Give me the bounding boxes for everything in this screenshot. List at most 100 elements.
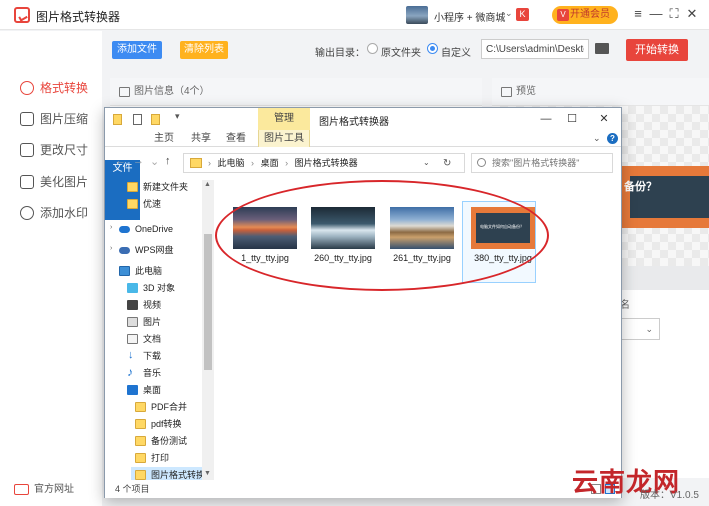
music-icon: [127, 364, 138, 380]
sidebar-item-beautify[interactable]: 美化图片: [20, 172, 88, 192]
tree-item[interactable]: 备份测试: [135, 433, 187, 449]
tree-item[interactable]: 下载: [127, 347, 161, 364]
tree-item[interactable]: 视频: [127, 297, 161, 313]
menu-icon[interactable]: ≡: [629, 5, 647, 23]
tab-home[interactable]: 主页: [149, 130, 179, 147]
nav-scrollbar[interactable]: ▲ ▼: [202, 180, 214, 480]
maximize-icon[interactable]: ⛶: [665, 5, 683, 23]
sidebar-item-label: 更改尺寸: [40, 143, 89, 157]
tab-picture-tools[interactable]: 图片工具: [258, 130, 310, 147]
preview-option-select[interactable]: ⌄: [620, 318, 660, 340]
clear-list-button[interactable]: 清除列表: [180, 41, 228, 59]
radio-original-folder[interactable]: [367, 43, 378, 54]
tree-item-wps[interactable]: WPS网盘: [119, 242, 174, 258]
chevron-down-icon[interactable]: ⌄: [505, 8, 513, 19]
folder-icon: [135, 453, 146, 463]
tree-item[interactable]: 优速: [127, 196, 161, 212]
tab-manage[interactable]: 管理: [258, 108, 310, 130]
tree-item-desktop[interactable]: 桌面: [127, 382, 161, 398]
radio-custom-label: 自定义: [441, 48, 471, 59]
documents-icon: [127, 334, 138, 344]
tree-item[interactable]: PDF合并: [135, 399, 187, 415]
output-dir-label: 输出目录：: [315, 48, 365, 59]
mini-program-thumbnail[interactable]: [406, 6, 428, 24]
scroll-down-icon[interactable]: ▼: [204, 470, 211, 477]
search-input[interactable]: [471, 153, 613, 173]
preview-icon: [501, 87, 512, 97]
close-icon[interactable]: ✕: [683, 5, 701, 23]
item-count: 4 个项目: [115, 484, 150, 494]
sidebar-item-resize[interactable]: 更改尺寸: [20, 140, 88, 160]
minimize-icon[interactable]: —: [647, 5, 665, 23]
explorer-title: 图片格式转换器: [319, 117, 389, 128]
history-chevron-icon[interactable]: ⌄: [150, 155, 159, 168]
sidebar-item-watermark[interactable]: 添加水印: [20, 203, 88, 223]
mini-program-link[interactable]: 小程序 + 微商城: [434, 9, 505, 24]
ribbon-expand-icon[interactable]: ⌄: [593, 133, 601, 144]
quick-access-dropdown-icon[interactable]: ▾: [175, 111, 180, 122]
tree-item[interactable]: 打印: [135, 450, 169, 466]
tab-view[interactable]: 查看: [221, 130, 251, 147]
sidebar-item-format-convert[interactable]: 格式转换: [20, 78, 88, 98]
scrollbar-thumb[interactable]: [204, 234, 212, 370]
tab-share[interactable]: 共享: [186, 130, 216, 147]
breadcrumb-desktop[interactable]: 桌面: [261, 158, 279, 168]
scroll-up-icon[interactable]: ▲: [204, 181, 211, 188]
breadcrumb-this-pc[interactable]: 此电脑: [218, 158, 245, 168]
desktop-icon: [127, 385, 138, 395]
sidebar-item-label: 美化图片: [40, 175, 89, 189]
up-arrow-icon[interactable]: ↑: [165, 155, 171, 167]
highlight-ellipse: [215, 180, 549, 291]
explorer-close-icon[interactable]: ✕: [593, 110, 615, 128]
vip-icon: V: [557, 9, 569, 21]
search-icon: [477, 158, 486, 167]
breadcrumb-current-folder[interactable]: 图片格式转换器: [295, 158, 358, 168]
quick-access-newfolder-icon[interactable]: [151, 114, 160, 125]
folder-browse-icon[interactable]: [595, 43, 609, 54]
tree-item-current-folder[interactable]: 图片格式转换器: [131, 467, 214, 480]
video-icon: [127, 300, 138, 310]
tree-item[interactable]: 文档: [127, 331, 161, 347]
tree-item[interactable]: 图片: [127, 314, 161, 330]
start-convert-button[interactable]: 开始转换: [626, 39, 688, 61]
folder-icon: [127, 182, 138, 192]
vip-button-label: 开通会员: [570, 9, 610, 20]
3d-objects-icon: [127, 283, 138, 293]
sidebar-item-compress[interactable]: 图片压缩: [20, 109, 88, 129]
radio-custom-folder[interactable]: [427, 43, 438, 54]
sidebar-item-label: 格式转换: [40, 81, 89, 95]
file-explorer-window: ▾ 管理 图片格式转换器 — ☐ ✕ 文件 主页 共享 查看 图片工具 ⌄ ? …: [104, 107, 622, 498]
tree-item-onedrive[interactable]: OneDrive: [119, 221, 173, 237]
resize-icon: [20, 143, 34, 157]
preview-image: 备份？: [620, 166, 709, 228]
add-file-button[interactable]: 添加文件: [112, 41, 162, 59]
explorer-maximize-icon[interactable]: ☐: [561, 110, 583, 128]
help-icon[interactable]: ?: [607, 133, 618, 144]
tree-item[interactable]: 新建文件夹: [127, 179, 188, 195]
forward-arrow-icon[interactable]: →: [133, 155, 144, 167]
back-arrow-icon[interactable]: ←: [115, 155, 126, 167]
explorer-minimize-icon[interactable]: —: [535, 110, 557, 128]
address-dropdown-icon[interactable]: ⌄: [423, 158, 430, 167]
tree-item-this-pc[interactable]: 此电脑: [119, 263, 162, 279]
tree-item[interactable]: 音乐: [127, 364, 161, 381]
sidebar-item-label: 添加水印: [40, 206, 89, 220]
app-title: 图片格式转换器: [36, 10, 121, 24]
official-site-link[interactable]: 官方网址: [14, 483, 74, 497]
website-icon: [14, 484, 29, 495]
refresh-icon[interactable]: ↻: [443, 158, 451, 169]
quick-access-properties-icon[interactable]: [133, 114, 142, 125]
refresh-circle-icon: [20, 81, 34, 95]
tree-item[interactable]: pdf转换: [135, 416, 182, 432]
expand-chevron-icon[interactable]: ›: [110, 224, 112, 231]
vip-button[interactable]: V 开通会员: [552, 6, 618, 24]
quick-access-folder-icon[interactable]: [113, 114, 122, 125]
explorer-navbar: ← → ⌄ ↑ › 此电脑 › 桌面 › 图片格式转换器 ⌄ ↻: [105, 148, 621, 176]
wps-cloud-icon: [119, 247, 130, 254]
beautify-icon: [20, 175, 34, 189]
expand-chevron-icon[interactable]: ›: [110, 245, 112, 252]
output-path-input[interactable]: [481, 39, 589, 59]
folder-icon: [127, 199, 138, 209]
download-icon: [127, 347, 138, 363]
tree-item[interactable]: 3D 对象: [127, 280, 175, 296]
